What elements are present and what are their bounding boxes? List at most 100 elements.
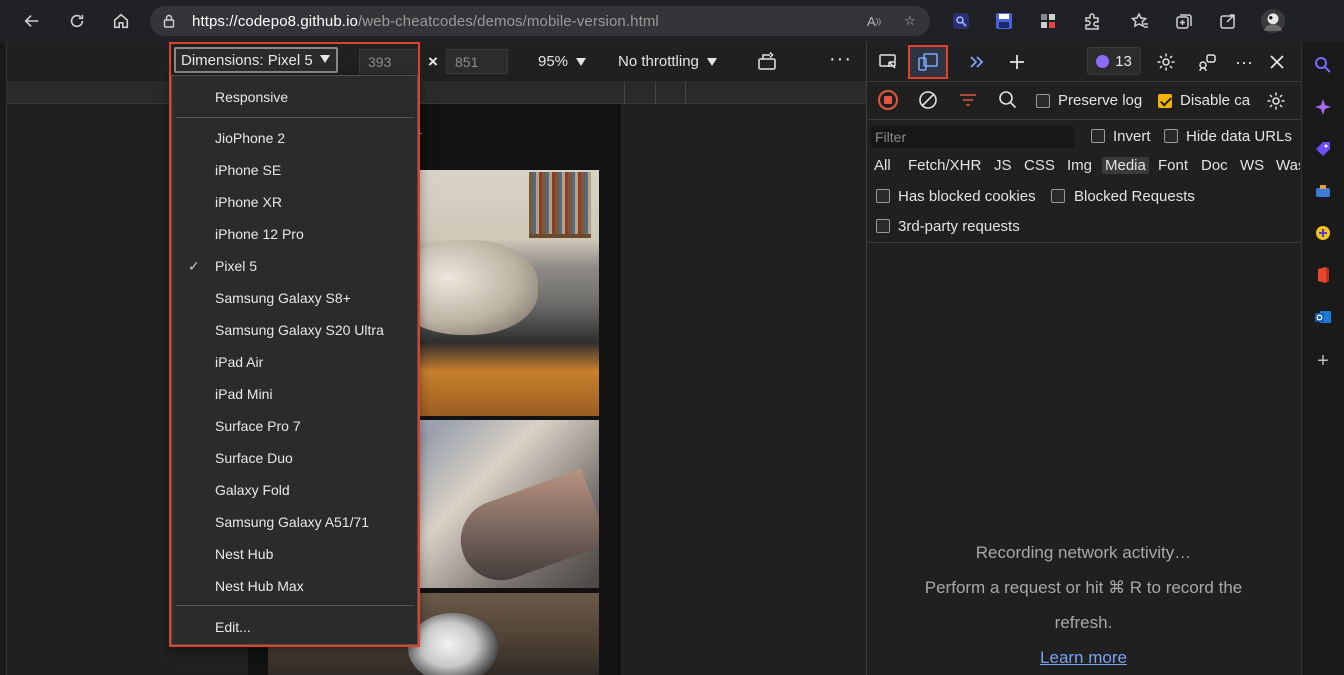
filter-icon[interactable] <box>958 90 978 110</box>
caret-down-icon <box>706 58 717 67</box>
invert-label: Invert <box>1113 128 1151 145</box>
type-filter-doc[interactable]: Doc <box>1201 157 1228 174</box>
page-left-edge <box>0 42 7 675</box>
collections-icon[interactable] <box>1171 8 1197 34</box>
blocked-requests-checkbox[interactable] <box>1051 189 1065 203</box>
blocked-cookies-label: Has blocked cookies <box>898 188 1036 205</box>
type-filter-css[interactable]: CSS <box>1024 157 1055 174</box>
url-text: https://codepo8.github.io/web-cheatcodes… <box>192 12 659 30</box>
clear-log-icon[interactable] <box>918 90 938 110</box>
ruler-segment[interactable] <box>624 82 625 104</box>
device-option-selected[interactable]: ✓ Pixel 5 <box>172 250 417 282</box>
more-options-icon[interactable]: ··· <box>829 48 852 71</box>
rotate-icon[interactable] <box>757 51 779 71</box>
network-settings-gear-icon[interactable] <box>1265 90 1287 112</box>
disable-cache-checkbox[interactable] <box>1158 94 1172 108</box>
read-aloud-icon[interactable]: A)) <box>864 11 884 31</box>
menu-divider <box>176 117 414 118</box>
stop-recording-icon[interactable] <box>878 90 898 110</box>
type-filter-wasm[interactable]: Was <box>1276 157 1300 174</box>
type-filter-img[interactable]: Img <box>1067 157 1092 174</box>
search-sidebar-icon[interactable] <box>1314 56 1332 74</box>
extension-grid-icon[interactable] <box>1035 8 1061 34</box>
height-input[interactable]: 851 <box>446 49 508 74</box>
device-option[interactable]: iPad Air <box>172 346 417 378</box>
add-tab-icon[interactable] <box>1006 51 1028 73</box>
type-filter-font[interactable]: Font <box>1158 157 1188 174</box>
address-bar[interactable]: https://codepo8.github.io/web-cheatcodes… <box>150 6 930 36</box>
type-filter-media[interactable]: Media <box>1102 157 1149 174</box>
device-option[interactable]: Samsung Galaxy S20 Ultra <box>172 314 417 346</box>
extensions-puzzle-icon[interactable] <box>1079 8 1105 34</box>
page-link-fragment[interactable] <box>418 120 422 135</box>
caret-down-icon <box>320 55 330 63</box>
refresh-icon[interactable] <box>59 3 95 39</box>
hide-data-urls-checkbox[interactable] <box>1164 129 1178 143</box>
ruler-segment[interactable] <box>655 82 656 104</box>
caret-down-icon <box>576 58 587 67</box>
device-option[interactable]: Surface Pro 7 <box>172 410 417 442</box>
lock-icon <box>163 14 175 28</box>
inspect-element-icon[interactable] <box>877 51 899 73</box>
throttling-select[interactable]: No throttling <box>618 53 717 70</box>
add-favorite-icon[interactable]: ☆ <box>900 11 920 31</box>
issues-badge[interactable]: 13 <box>1087 47 1141 75</box>
device-option[interactable]: iPad Mini <box>172 378 417 410</box>
blocked-cookies-checkbox[interactable] <box>876 189 890 203</box>
width-input[interactable]: 393 <box>359 49 419 74</box>
ruler-segment[interactable] <box>685 82 686 104</box>
preserve-log-label: Preserve log <box>1058 92 1143 109</box>
device-option[interactable]: Samsung Galaxy S8+ <box>172 282 417 314</box>
device-option[interactable]: Samsung Galaxy A51/71 <box>172 506 417 538</box>
tools-icon[interactable] <box>1314 182 1332 200</box>
device-emulation-toggle[interactable] <box>908 45 948 79</box>
device-option[interactable]: iPhone 12 Pro <box>172 218 417 250</box>
filter-input[interactable]: Filter <box>871 126 1074 148</box>
device-option[interactable]: Surface Duo <box>172 442 417 474</box>
devtools-more-icon[interactable]: ··· <box>1233 51 1255 73</box>
games-icon[interactable] <box>1314 224 1332 242</box>
third-party-label: 3rd-party requests <box>898 218 1020 235</box>
learn-more-container: Learn more <box>866 648 1301 668</box>
search-icon[interactable] <box>998 90 1018 110</box>
invert-checkbox[interactable] <box>1091 129 1105 143</box>
third-party-checkbox[interactable] <box>876 219 890 233</box>
learn-more-link[interactable]: Learn more <box>1040 648 1127 667</box>
back-arrow-icon[interactable] <box>14 3 50 39</box>
dimensions-select[interactable]: Dimensions: Pixel 5 <box>174 47 338 73</box>
media-query-ruler <box>7 82 866 104</box>
type-filter-ws[interactable]: WS <box>1240 157 1264 174</box>
profile-avatar[interactable] <box>1260 8 1286 34</box>
issues-icon <box>1096 54 1110 68</box>
network-divider <box>866 242 1301 243</box>
type-filter-js[interactable]: JS <box>994 157 1012 174</box>
type-filter-fetch-xhr[interactable]: Fetch/XHR <box>908 157 981 174</box>
zoom-select[interactable]: 95% <box>538 53 587 70</box>
favorites-icon[interactable] <box>1127 8 1153 34</box>
feedback-icon[interactable] <box>1196 51 1218 73</box>
preserve-log-checkbox[interactable] <box>1036 94 1050 108</box>
extension-key-icon[interactable] <box>948 8 974 34</box>
outlook-icon[interactable] <box>1314 308 1332 326</box>
close-devtools-icon[interactable] <box>1266 51 1288 73</box>
save-disk-icon[interactable] <box>991 8 1017 34</box>
device-option[interactable]: Galaxy Fold <box>172 474 417 506</box>
device-dropdown-menu: Responsive JioPhone 2 iPhone SE iPhone X… <box>171 75 418 645</box>
office-icon[interactable] <box>1314 266 1332 284</box>
device-option[interactable]: Nest Hub <box>172 538 417 570</box>
settings-gear-icon[interactable] <box>1155 51 1177 73</box>
more-tabs-chevron-icon[interactable] <box>966 51 988 73</box>
copilot-sparkle-icon[interactable] <box>1314 98 1332 116</box>
device-option[interactable]: Responsive <box>172 81 417 113</box>
add-sidebar-app-icon[interactable]: + <box>1314 351 1332 371</box>
device-option[interactable]: JioPhone 2 <box>172 122 417 154</box>
device-option[interactable]: iPhone XR <box>172 186 417 218</box>
type-filter-all[interactable]: All <box>874 157 891 174</box>
shopping-tag-icon[interactable] <box>1314 140 1332 158</box>
edit-devices-option[interactable]: Edit... <box>172 611 417 643</box>
disable-cache-label: Disable ca <box>1180 92 1251 109</box>
home-icon[interactable] <box>103 3 139 39</box>
share-icon[interactable] <box>1215 8 1241 34</box>
device-option[interactable]: Nest Hub Max <box>172 570 417 602</box>
device-option[interactable]: iPhone SE <box>172 154 417 186</box>
